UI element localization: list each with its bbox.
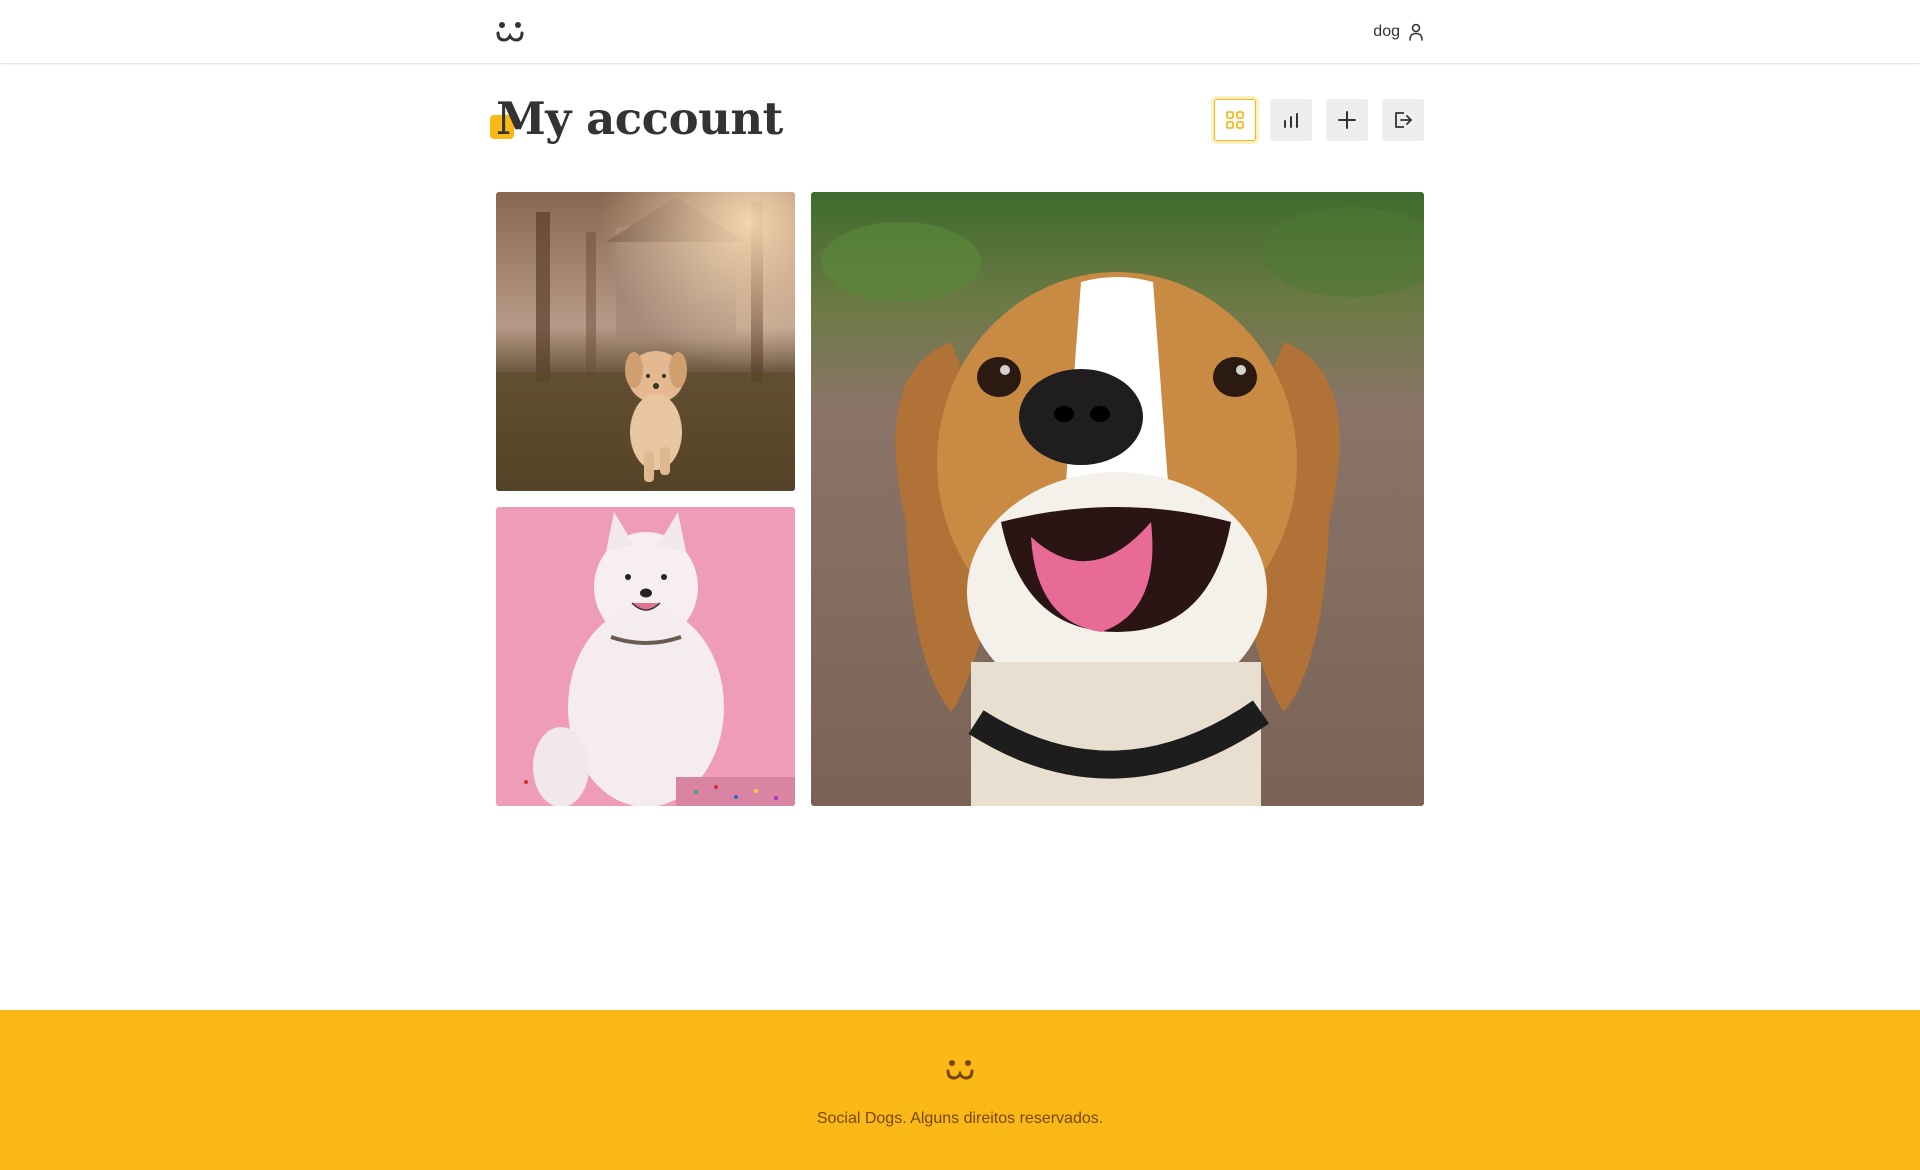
plus-icon <box>1338 111 1356 129</box>
home-logo-link[interactable] <box>496 20 524 44</box>
site-footer: Social Dogs. Alguns direitos reservados. <box>0 1010 1920 1170</box>
user-account-link[interactable]: dog <box>1373 23 1424 41</box>
photo-feed <box>496 192 1424 806</box>
account-toolbar <box>1214 99 1424 141</box>
photo-beagle[interactable] <box>811 192 1424 806</box>
person-icon <box>1409 23 1423 41</box>
statistics-button[interactable] <box>1270 99 1312 141</box>
logout-button[interactable] <box>1382 99 1424 141</box>
photo-samoyed[interactable] <box>496 507 795 806</box>
page-title: My account <box>496 92 783 145</box>
beagle-image <box>811 192 1424 806</box>
dog-face-logo-icon <box>946 1060 974 1080</box>
bar-chart-icon <box>1284 113 1298 128</box>
dog-face-logo-icon <box>496 22 524 42</box>
photo-golden-retriever-puppy[interactable] <box>496 192 795 491</box>
footer-copyright: Social Dogs. Alguns direitos reservados. <box>816 1110 1104 1127</box>
username-label: dog <box>1373 23 1400 40</box>
golden-retriever-puppy-image <box>496 192 795 491</box>
logout-icon <box>1395 112 1412 128</box>
grid-icon <box>1226 111 1244 129</box>
add-photo-button[interactable] <box>1326 99 1368 141</box>
my-photos-button[interactable] <box>1214 99 1256 141</box>
header-container: dog <box>496 0 1424 64</box>
page-title-wrapper: My account <box>490 92 783 146</box>
samoyed-image <box>496 507 795 806</box>
site-header: dog <box>0 0 1920 64</box>
